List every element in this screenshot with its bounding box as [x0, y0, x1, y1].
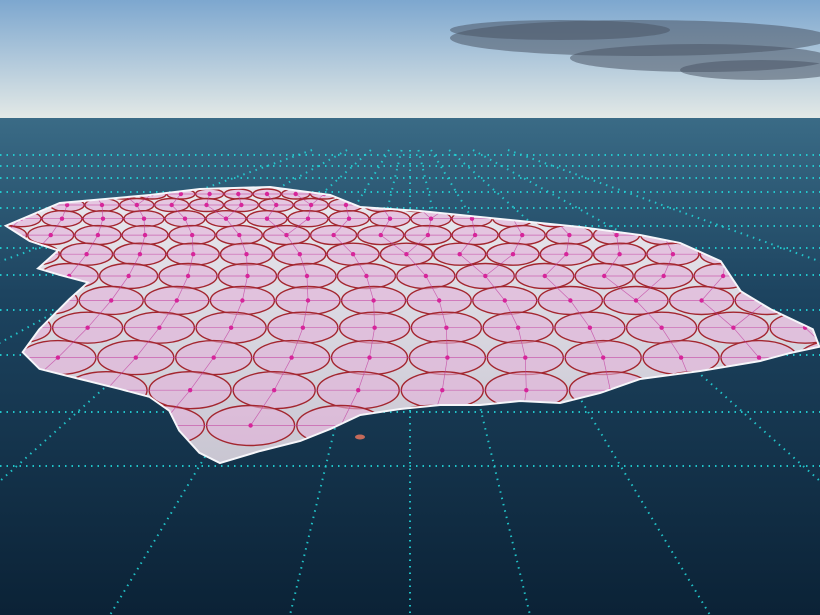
node-point [371, 298, 376, 303]
node-point [659, 325, 664, 330]
node-point [191, 252, 196, 257]
node-point [542, 273, 547, 279]
node-point [185, 273, 191, 279]
node-point [157, 325, 162, 330]
node-point [331, 232, 336, 238]
node-point [274, 202, 279, 208]
node-point [756, 355, 762, 360]
node-point [304, 273, 310, 279]
node-point [523, 355, 528, 360]
node-point [678, 355, 684, 360]
node-point [100, 216, 106, 221]
node-point [300, 325, 306, 330]
node-point [59, 216, 65, 221]
node-point [141, 216, 147, 221]
node-point [293, 191, 298, 197]
node-point [174, 298, 179, 303]
node-point [137, 252, 143, 257]
node-point [524, 388, 529, 393]
node-point [601, 355, 606, 360]
node-point [55, 355, 61, 360]
node-point [228, 325, 234, 330]
node-point [204, 202, 209, 208]
boat-hull [355, 434, 365, 440]
node-point [699, 298, 704, 303]
cloud [450, 20, 670, 40]
node-point [483, 273, 488, 279]
node-point [364, 273, 369, 279]
node-point [207, 191, 212, 197]
node-point [515, 325, 521, 330]
node-point [614, 232, 619, 238]
node-point [587, 325, 593, 330]
node-point [95, 232, 101, 238]
node-point [245, 273, 250, 279]
node-point [428, 216, 434, 221]
small-boat [355, 434, 365, 440]
node-point [240, 298, 245, 303]
node-point [372, 325, 377, 330]
aerial-scene [0, 0, 820, 615]
node-point [236, 191, 241, 197]
node-point [378, 232, 383, 238]
node-point [346, 216, 352, 221]
node-point [237, 232, 242, 238]
node-point [48, 232, 53, 238]
node-point [264, 216, 270, 221]
node-point [142, 232, 148, 238]
node-point [510, 252, 516, 257]
node-point [457, 252, 462, 257]
node-point [182, 216, 188, 221]
node-point [670, 252, 676, 257]
node-point [425, 232, 431, 238]
node-point [731, 325, 736, 330]
node-point [568, 298, 573, 303]
node-point [472, 232, 478, 238]
node-point [244, 252, 249, 257]
node-point [223, 216, 229, 221]
node-point [720, 273, 726, 279]
node-point [239, 202, 244, 208]
node-point [305, 298, 311, 303]
node-point [356, 388, 361, 393]
node-point [187, 388, 193, 393]
node-point [85, 325, 90, 330]
node-point [289, 355, 294, 360]
node-point [211, 355, 216, 360]
node-point [437, 298, 442, 303]
node-point [169, 202, 174, 208]
node-point [445, 355, 450, 360]
node-point [404, 252, 409, 257]
node-point [264, 191, 270, 197]
node-point [502, 298, 507, 303]
node-point [350, 252, 356, 257]
node-point [567, 232, 572, 238]
node-point [602, 273, 607, 279]
node-point [284, 232, 289, 238]
node-point [126, 273, 131, 279]
node-point [133, 355, 138, 360]
node-point [248, 423, 253, 428]
node-point [271, 388, 277, 393]
node-point [109, 298, 114, 303]
node-point [444, 325, 449, 330]
node-point [564, 252, 569, 257]
node-point [387, 216, 393, 221]
node-point [99, 202, 105, 208]
node-point [633, 298, 639, 303]
node-point [423, 273, 429, 279]
node-point [343, 202, 349, 208]
node-point [297, 252, 302, 257]
node-point [84, 252, 89, 257]
node-point [367, 355, 372, 360]
node-point [617, 252, 622, 257]
node-point [134, 202, 140, 208]
node-point [305, 216, 311, 221]
node-point [189, 232, 195, 238]
node-point [308, 202, 314, 208]
node-point [440, 388, 445, 393]
node-point [661, 273, 666, 279]
node-point [520, 232, 525, 238]
